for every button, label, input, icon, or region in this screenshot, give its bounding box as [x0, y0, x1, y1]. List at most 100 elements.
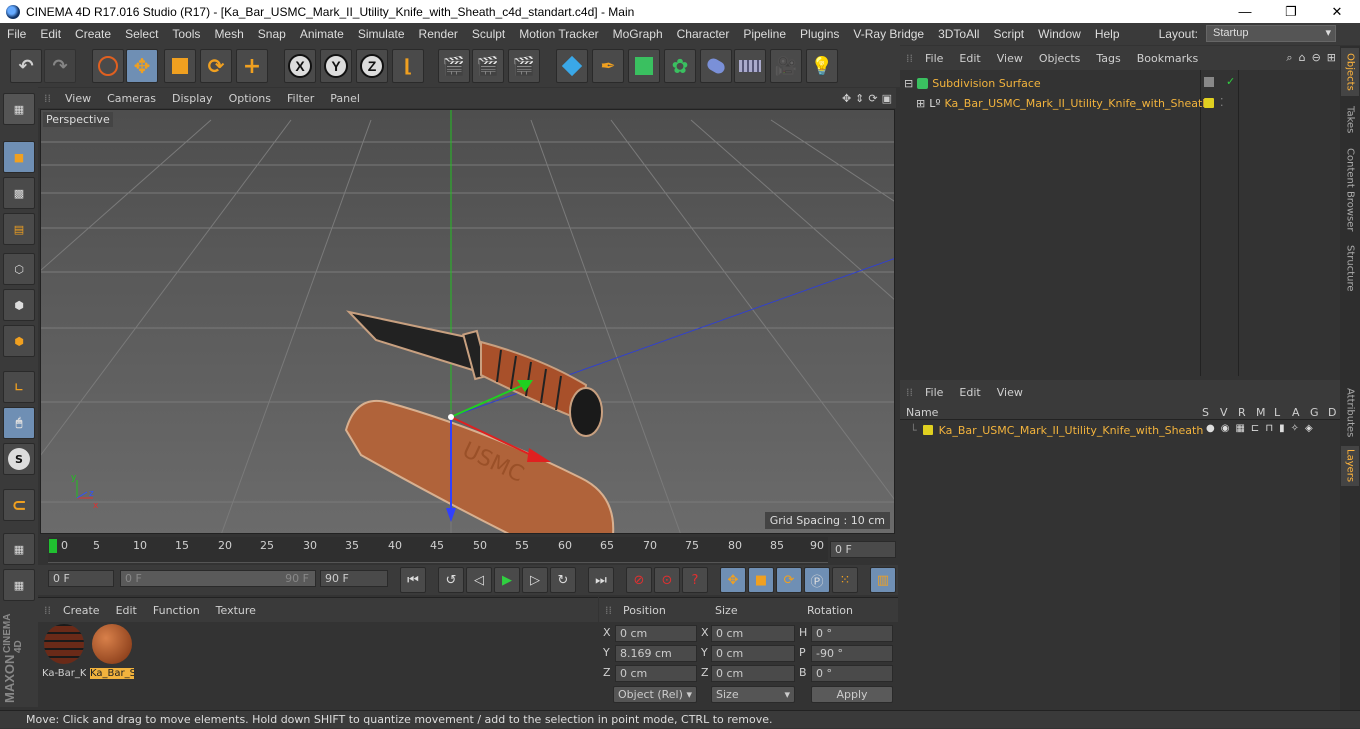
rotation-h-field[interactable]: 0 ° — [811, 625, 893, 642]
col-manager[interactable]: M — [1256, 406, 1266, 419]
rotation-p-field[interactable]: -90 ° — [811, 645, 893, 662]
maximize-button[interactable]: ❐ — [1268, 0, 1314, 23]
animation-icon[interactable]: ▮ — [1279, 423, 1285, 434]
pan-view-icon[interactable]: ✥ — [842, 92, 851, 105]
obj-menu-bookmarks[interactable]: Bookmarks — [1129, 52, 1206, 65]
rotation-b-field[interactable]: 0 ° — [811, 665, 893, 682]
size-z-field[interactable]: 0 cm — [711, 665, 795, 682]
goto-end-button[interactable]: ⏭ — [588, 567, 614, 593]
menu-create[interactable]: Create — [68, 27, 118, 41]
playhead[interactable] — [49, 539, 57, 553]
vp-menu-cameras[interactable]: Cameras — [99, 92, 164, 105]
menu-sculpt[interactable]: Sculpt — [465, 27, 512, 41]
menu-motion-tracker[interactable]: Motion Tracker — [512, 27, 605, 41]
menu-3dtoall[interactable]: 3DToAll — [931, 27, 986, 41]
point-mode-button[interactable]: ⬡ — [3, 253, 35, 285]
key-rotation-button[interactable]: ⟳ — [776, 567, 802, 593]
mat-menu-create[interactable]: Create — [55, 604, 108, 617]
layout-select[interactable]: Startup ▾ — [1206, 25, 1336, 42]
z-axis-lock-button[interactable]: Z — [356, 49, 388, 83]
render-settings-button[interactable]: 🎬 — [508, 49, 540, 83]
editor-visibility-icon[interactable] — [1204, 77, 1214, 87]
undo-button[interactable]: ↶ — [10, 49, 42, 83]
lock-icon[interactable]: ⊓ — [1265, 423, 1273, 434]
cube-object-button[interactable] — [556, 49, 588, 83]
dolly-view-icon[interactable]: ⇕ — [855, 92, 864, 105]
orbit-view-icon[interactable]: ⟳ — [868, 92, 877, 105]
3d-viewport[interactable]: USMC y z x Perspective Grid Spacing : 10… — [40, 109, 895, 534]
timeline-button[interactable]: ▥ — [870, 567, 896, 593]
render-view-button[interactable]: 🎬 — [438, 49, 470, 83]
vp-menu-display[interactable]: Display — [164, 92, 221, 105]
coordinate-system-button[interactable]: ⌊ — [392, 49, 424, 83]
solo-toggle-icon[interactable]: ● — [1206, 423, 1215, 434]
tab-objects[interactable]: Objects — [1341, 48, 1359, 96]
scale-tool-button[interactable] — [164, 49, 196, 83]
timeline-ruler[interactable]: 0 5 10 15 20 25 30 35 40 45 50 55 60 65 … — [38, 535, 898, 565]
subdivision-button[interactable] — [628, 49, 660, 83]
vp-menu-view[interactable]: View — [57, 92, 99, 105]
render-clapper-icon[interactable]: ▦ — [1235, 423, 1244, 434]
deformer-button[interactable] — [700, 49, 732, 83]
make-editable-button[interactable]: ▦ — [3, 93, 35, 125]
key-scale-button[interactable]: ■ — [748, 567, 774, 593]
preview-range-slider[interactable]: 0 F 90 F — [120, 570, 316, 587]
col-solo[interactable]: S — [1202, 406, 1209, 419]
obj-menu-view[interactable]: View — [989, 52, 1031, 65]
tweak-mode-button[interactable]: 🖱 — [3, 407, 35, 439]
texture-mode-button[interactable]: ▩ — [3, 177, 35, 209]
menu-simulate[interactable]: Simulate — [351, 27, 412, 41]
menu-render[interactable]: Render — [412, 27, 465, 41]
size-y-field[interactable]: 0 cm — [711, 645, 795, 662]
polygon-mode-button[interactable]: ⬢ — [3, 325, 35, 357]
workplane-lock-button[interactable]: ▦ — [3, 533, 35, 565]
render-picture-viewer-button[interactable]: 🎬 — [472, 49, 504, 83]
mat-menu-texture[interactable]: Texture — [208, 604, 264, 617]
menu-character[interactable]: Character — [670, 27, 737, 41]
menu-mesh[interactable]: Mesh — [207, 27, 250, 41]
obj-menu-edit[interactable]: Edit — [951, 52, 988, 65]
maximize-view-icon[interactable]: ▣ — [882, 92, 892, 105]
layer-row[interactable]: └ Ka_Bar_USMC_Mark_II_Utility_Knife_with… — [910, 422, 1203, 438]
position-z-field[interactable]: 0 cm — [615, 665, 697, 682]
position-x-field[interactable]: 0 cm — [615, 625, 697, 642]
collapse-icon[interactable]: ⊟ — [904, 77, 913, 90]
menu-plugins[interactable]: Plugins — [793, 27, 846, 41]
next-keyframe-button[interactable]: ↻ — [550, 567, 576, 593]
object-row[interactable]: ⊟ Subdivision Surface — [904, 74, 1041, 92]
camera-label[interactable]: Perspective — [43, 112, 113, 127]
menu-select[interactable]: Select — [118, 27, 165, 41]
col-deformers[interactable]: D — [1328, 406, 1336, 419]
tab-layers[interactable]: Layers — [1341, 446, 1359, 486]
menu-script[interactable]: Script — [986, 27, 1031, 41]
generator-icon[interactable]: ✧ — [1291, 423, 1299, 434]
minimize-button[interactable]: — — [1222, 0, 1268, 23]
workplane-mode-button[interactable]: ▤ — [3, 213, 35, 245]
col-generators[interactable]: G — [1310, 406, 1319, 419]
menu-tools[interactable]: Tools — [165, 27, 207, 41]
menu-window[interactable]: Window — [1031, 27, 1088, 41]
model-mode-button[interactable]: ■ — [3, 141, 35, 173]
eye-icon[interactable]: ◉ — [1221, 423, 1230, 434]
edge-mode-button[interactable]: ⬢ — [3, 289, 35, 321]
vp-menu-panel[interactable]: Panel — [322, 92, 368, 105]
vp-menu-filter[interactable]: Filter — [279, 92, 322, 105]
mat-menu-edit[interactable]: Edit — [108, 604, 145, 617]
menu-animate[interactable]: Animate — [293, 27, 351, 41]
y-axis-lock-button[interactable]: Y — [320, 49, 352, 83]
obj-menu-file[interactable]: File — [917, 52, 951, 65]
size-x-field[interactable]: 0 cm — [711, 625, 795, 642]
layer-color-icon[interactable] — [1204, 98, 1214, 108]
prev-keyframe-button[interactable]: ↺ — [438, 567, 464, 593]
prev-frame-button[interactable]: ◁ — [466, 567, 492, 593]
move-tool-button[interactable]: ✥ — [126, 49, 158, 83]
keyframe-selection-button[interactable]: ? — [682, 567, 708, 593]
layer-menu-view[interactable]: View — [989, 386, 1031, 399]
link-icon[interactable]: ⊖ — [1312, 51, 1321, 65]
vp-menu-options[interactable]: Options — [221, 92, 279, 105]
close-button[interactable]: ✕ — [1314, 0, 1360, 23]
manager-icon[interactable]: ⊏ — [1251, 423, 1259, 434]
live-selection-button[interactable] — [92, 49, 124, 83]
expand-icon[interactable]: ⊞ — [916, 97, 925, 110]
menu-pipeline[interactable]: Pipeline — [736, 27, 793, 41]
